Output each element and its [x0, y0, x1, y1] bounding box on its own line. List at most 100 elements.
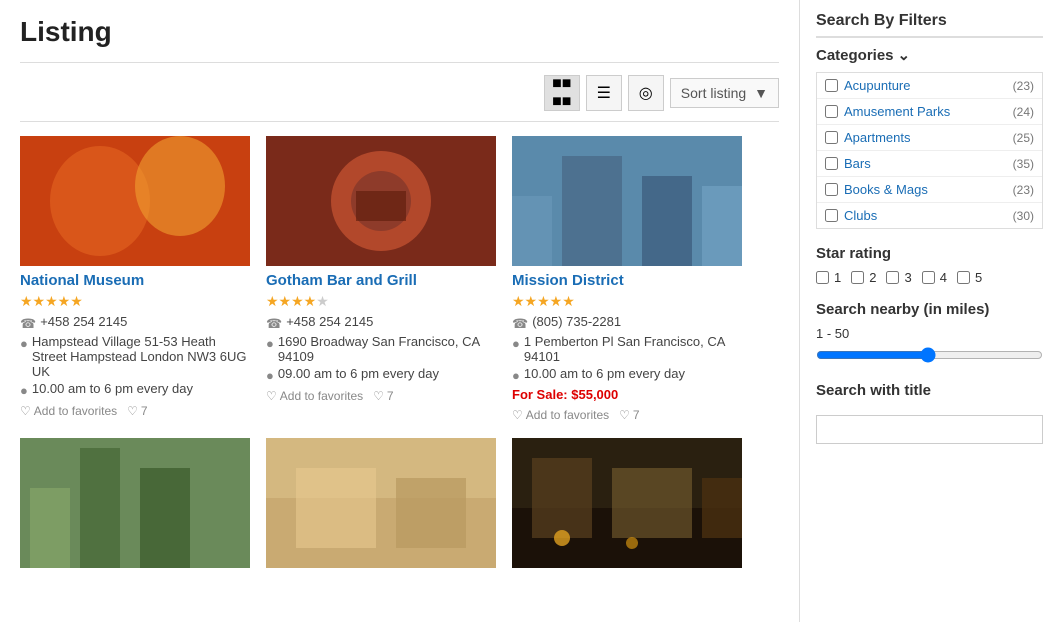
- card-hours: ● 09.00 am to 6 pm every day: [266, 366, 496, 383]
- listing-grid: National Museum ★★★★★ ☎ +458 254 2145 ● …: [20, 136, 779, 438]
- add-to-favorites-link[interactable]: ♡ Add to favorites: [266, 389, 363, 403]
- card-phone: ☎ +458 254 2145: [266, 314, 496, 332]
- clock-icon: ●: [512, 368, 520, 383]
- star-rating-1[interactable]: 1: [816, 270, 841, 285]
- card-image: [266, 136, 496, 266]
- heart-icon: ♡: [20, 404, 31, 418]
- phone-icon: ☎: [512, 316, 528, 332]
- category-checkbox[interactable]: [825, 79, 838, 92]
- category-amusement-parks[interactable]: Amusement Parks (24): [817, 99, 1042, 125]
- range-label: 1 - 50: [816, 326, 1043, 341]
- card-address: ● 1 Pemberton Pl San Francisco, CA 94101: [512, 334, 742, 364]
- category-checkbox[interactable]: [825, 105, 838, 118]
- comments-link[interactable]: ♡ 7: [619, 408, 639, 422]
- category-acupunture[interactable]: Acupunture (23): [817, 73, 1042, 99]
- categories-section: Categories ⌄ Acupunture (23) Amusement P…: [816, 46, 1043, 229]
- category-books-mags[interactable]: Books & Mags (23): [817, 177, 1042, 203]
- star-rating-3[interactable]: 3: [886, 270, 911, 285]
- add-to-favorites-link[interactable]: ♡ Add to favorites: [512, 408, 609, 422]
- listing-title[interactable]: Gotham Bar and Grill: [266, 272, 496, 289]
- phone-icon: ☎: [20, 316, 36, 332]
- star-4-checkbox[interactable]: [922, 271, 935, 284]
- add-to-favorites-link[interactable]: ♡ Add to favorites: [20, 404, 117, 418]
- list-icon: ☰: [597, 83, 611, 103]
- star-rating-options: 1 2 3 4 5: [816, 270, 1043, 285]
- comments-link[interactable]: ♡ 7: [373, 389, 393, 403]
- listing-card-preview: [20, 438, 250, 568]
- card-hours: ● 10.00 am to 6 pm every day: [512, 366, 742, 383]
- star-1-checkbox[interactable]: [816, 271, 829, 284]
- chevron-down-icon: ▼: [754, 85, 768, 101]
- listing-title[interactable]: Mission District: [512, 272, 742, 289]
- card-image: [20, 438, 250, 568]
- listing-card-preview: [266, 438, 496, 568]
- toolbar: ■■■■ ☰ ◎ Sort listing ▼: [20, 75, 779, 122]
- comment-icon: ♡: [127, 404, 138, 418]
- map-view-button[interactable]: ◎: [628, 75, 664, 111]
- category-checkbox[interactable]: [825, 157, 838, 170]
- category-clubs[interactable]: Clubs (30): [817, 203, 1042, 228]
- card-phone: ☎ +458 254 2145: [20, 314, 250, 332]
- card-image: [266, 438, 496, 568]
- sort-label: Sort listing: [681, 85, 746, 101]
- card-phone: ☎ (805) 735-2281: [512, 314, 742, 332]
- card-footer: ♡ Add to favorites ♡ 7: [20, 404, 250, 418]
- star-3-checkbox[interactable]: [886, 271, 899, 284]
- star-rating-heading: Star rating: [816, 245, 1043, 262]
- star-rating-section: Star rating 1 2 3 4 5: [816, 245, 1043, 285]
- listing-title[interactable]: National Museum: [20, 272, 250, 289]
- sort-dropdown[interactable]: Sort listing ▼: [670, 78, 779, 108]
- location-icon: ●: [512, 336, 520, 351]
- star-rating-4[interactable]: 4: [922, 270, 947, 285]
- category-checkbox[interactable]: [825, 209, 838, 222]
- category-checkbox[interactable]: [825, 131, 838, 144]
- card-image: [512, 438, 742, 568]
- chevron-down-icon: ⌄: [898, 46, 911, 64]
- phone-icon: ☎: [266, 316, 282, 332]
- categories-list: Acupunture (23) Amusement Parks (24) Apa…: [816, 72, 1043, 229]
- sidebar: Search By Filters Categories ⌄ Acupuntur…: [799, 0, 1059, 622]
- category-bars[interactable]: Bars (35): [817, 151, 1042, 177]
- location-icon: ●: [266, 336, 274, 351]
- nearby-range-slider[interactable]: [816, 347, 1043, 363]
- category-apartments[interactable]: Apartments (25): [817, 125, 1042, 151]
- page-title: Listing: [20, 16, 779, 48]
- listing-card: Gotham Bar and Grill ★★★★★ ☎ +458 254 21…: [266, 136, 496, 422]
- star-5-checkbox[interactable]: [957, 271, 970, 284]
- list-view-button[interactable]: ☰: [586, 75, 622, 111]
- location-icon: ●: [20, 336, 28, 351]
- star-rating: ★★★★★: [266, 293, 496, 310]
- card-image: [20, 136, 250, 266]
- listing-card-preview: [512, 438, 742, 568]
- listing-card: National Museum ★★★★★ ☎ +458 254 2145 ● …: [20, 136, 250, 422]
- star-2-checkbox[interactable]: [851, 271, 864, 284]
- star-rating-5[interactable]: 5: [957, 270, 982, 285]
- search-title-heading: Search with title: [816, 382, 1043, 399]
- card-address: ● Hampstead Village 51-53 Heath Street H…: [20, 334, 250, 379]
- star-rating: ★★★★★: [20, 293, 250, 310]
- grid-view-button[interactable]: ■■■■: [544, 75, 580, 111]
- comment-icon: ♡: [619, 408, 630, 422]
- clock-icon: ●: [266, 368, 274, 383]
- for-sale-price: For Sale: $55,000: [512, 387, 742, 402]
- category-checkbox[interactable]: [825, 183, 838, 196]
- comments-link[interactable]: ♡ 7: [127, 404, 147, 418]
- card-footer: ♡ Add to favorites ♡ 7: [512, 408, 742, 422]
- listing-card: Mission District ★★★★★ ☎ (805) 735-2281 …: [512, 136, 742, 422]
- card-footer: ♡ Add to favorites ♡ 7: [266, 389, 496, 403]
- search-title-input[interactable]: [816, 415, 1043, 444]
- grid-icon: ■■■■: [552, 75, 571, 111]
- categories-heading[interactable]: Categories ⌄: [816, 46, 1043, 64]
- clock-icon: ●: [20, 383, 28, 398]
- search-title-section: Search with title: [816, 382, 1043, 444]
- nearby-section: Search nearby (in miles) 1 - 50: [816, 301, 1043, 366]
- heart-icon: ♡: [266, 389, 277, 403]
- comment-icon: ♡: [373, 389, 384, 403]
- card-hours: ● 10.00 am to 6 pm every day: [20, 381, 250, 398]
- listing-grid-row2: [20, 438, 779, 584]
- star-rating-2[interactable]: 2: [851, 270, 876, 285]
- categories-scroll[interactable]: Acupunture (23) Amusement Parks (24) Apa…: [817, 73, 1042, 228]
- card-address: ● 1690 Broadway San Francisco, CA 94109: [266, 334, 496, 364]
- nearby-heading: Search nearby (in miles): [816, 301, 1043, 318]
- map-pin-icon: ◎: [639, 83, 653, 103]
